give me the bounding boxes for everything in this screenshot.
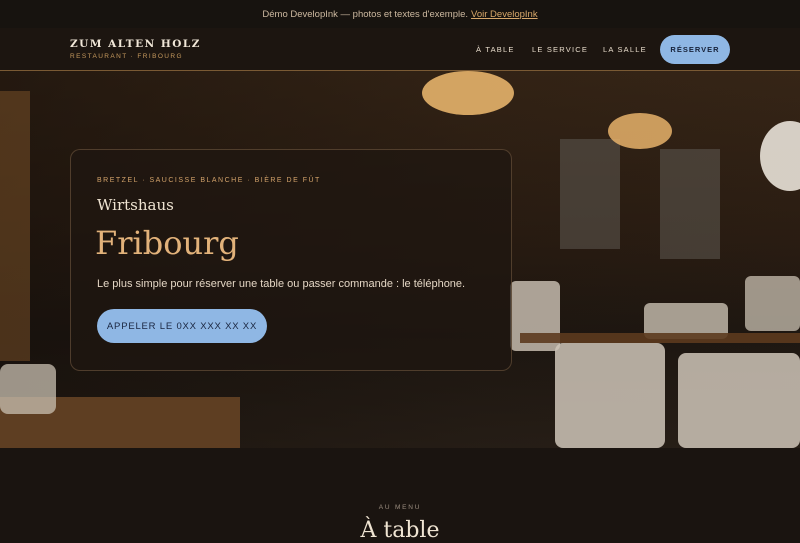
hero-section: BRETZEL · SAUCISSE BLANCHE · BIÈRE DE FÛ… (0, 71, 800, 448)
top-navigation: ZUM ALTEN HOLZ RESTAURANT · FRIBOURG À T… (0, 28, 800, 71)
nav-link-la-salle[interactable]: LA SALLE (603, 45, 647, 54)
reserve-button[interactable]: RÉSERVER (660, 35, 730, 64)
menu-section: AU MENU À table (0, 448, 800, 543)
demo-banner: Démo DevelopInk — photos et textes d'exe… (0, 0, 800, 28)
hero-tags: BRETZEL · SAUCISSE BLANCHE · BIÈRE DE FÛ… (97, 177, 321, 184)
hero-description: Le plus simple pour réserver une table o… (97, 278, 466, 290)
nav-link-le-service[interactable]: LE SERVICE (532, 45, 588, 54)
call-button[interactable]: APPELER LE 0XX XXX XX XX (97, 309, 267, 343)
demo-banner-text: Démo DevelopInk — photos et textes d'exe… (262, 8, 469, 20)
brand-name[interactable]: ZUM ALTEN HOLZ (70, 38, 201, 50)
brand-subtitle: RESTAURANT · FRIBOURG (70, 53, 183, 60)
hero-card: BRETZEL · SAUCISSE BLANCHE · BIÈRE DE FÛ… (70, 149, 512, 371)
hero-title: Fribourg (95, 224, 239, 262)
menu-kicker: AU MENU (378, 504, 422, 511)
nav-link-a-table[interactable]: À TABLE (476, 45, 515, 54)
menu-title: À table (360, 518, 440, 543)
demo-banner-link[interactable]: Voir DevelopInk (471, 9, 538, 20)
hero-kicker: Wirtshaus (97, 196, 174, 214)
